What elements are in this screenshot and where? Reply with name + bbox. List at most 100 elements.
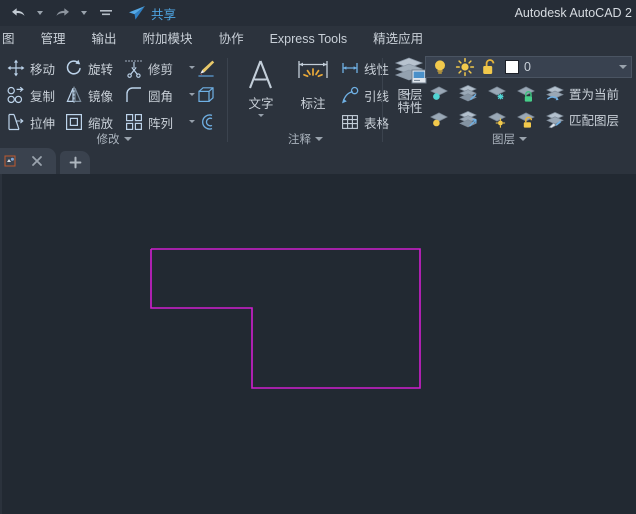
modify-array-label: 阵列 — [148, 116, 174, 131]
modify-fillet-label: 圆角 — [148, 89, 174, 104]
panel-layers-expand-icon[interactable] — [519, 137, 527, 141]
undo-arrow-icon — [11, 7, 25, 16]
document-tab-active[interactable] — [0, 148, 56, 174]
layer-set-current-button[interactable]: 置为当前 — [545, 81, 619, 105]
layer-unisolate-icon — [430, 112, 448, 127]
ribbon-tab-featured-apps[interactable]: 精选应用 — [360, 26, 436, 52]
modify-rotate-button[interactable]: 旋转 — [64, 56, 113, 80]
modify-move-button[interactable]: 移动 — [6, 56, 55, 80]
layer-lock-icon — [517, 86, 535, 102]
panel-layers-title-row: 图层 — [383, 131, 636, 147]
layer-thaw-all-button[interactable] — [458, 107, 478, 131]
scale-icon — [65, 113, 83, 131]
panel-modify-title: 修改 — [96, 134, 120, 146]
modify-trim-dropdown[interactable] — [189, 66, 195, 69]
layer-freeze-button[interactable] — [458, 81, 478, 105]
document-tab-bar — [0, 148, 636, 174]
modify-erase-button[interactable] — [196, 56, 216, 80]
ribbon-tab-collaborate[interactable]: 协作 — [206, 26, 257, 52]
layer-turn-on-button[interactable] — [487, 107, 507, 131]
move-icon — [7, 59, 25, 77]
panel-annotation-expand-icon[interactable] — [315, 137, 323, 141]
ribbon-tab-output[interactable]: 输出 — [79, 26, 130, 52]
trim-icon — [125, 60, 142, 78]
redo-button[interactable] — [52, 3, 72, 23]
new-document-tab-button[interactable] — [60, 151, 90, 174]
lightbulb-icon[interactable] — [430, 57, 450, 77]
modify-array-dropdown[interactable] — [189, 120, 195, 123]
modify-copy-button[interactable]: 复制 — [6, 83, 55, 107]
ribbon-tab-view[interactable]: 图 — [0, 26, 28, 52]
close-icon[interactable] — [30, 154, 44, 168]
annotation-text-label: 文字 — [248, 97, 274, 111]
modify-fillet-button[interactable]: 圆角 — [124, 83, 195, 107]
qat-customize-button[interactable] — [96, 3, 116, 23]
ribbon: 移动 旋转 修剪 复制 镜像 圆角 拉伸 缩放 阵列 修改 文字 标注 线性 引… — [0, 52, 636, 148]
modify-mirror-label: 镜像 — [88, 89, 114, 104]
share-label: 共享 — [151, 7, 177, 22]
panel-modify-title-row: 修改 — [0, 131, 228, 147]
modify-scale-label: 缩放 — [88, 116, 114, 131]
window-title: Autodesk AutoCAD 2 — [514, 6, 632, 20]
unlock-icon[interactable] — [480, 57, 500, 77]
layer-control-combobox[interactable]: 0 — [425, 56, 632, 78]
modify-copy-label: 复制 — [30, 89, 56, 104]
panel-annotation-title: 注释 — [288, 134, 311, 146]
fillet-icon — [126, 87, 141, 102]
undo-button[interactable] — [8, 3, 28, 23]
drawing-icon — [4, 155, 16, 167]
layer-properties-icon — [394, 57, 427, 84]
layer-off-button[interactable] — [487, 81, 507, 105]
layer-set-current-icon — [546, 86, 564, 101]
chevron-down-icon[interactable] — [619, 65, 627, 69]
panel-annotation-title-row: 注释 — [228, 131, 383, 147]
panel-layers-title: 图层 — [492, 134, 515, 146]
erase-brush-icon — [198, 60, 215, 77]
table-icon — [342, 115, 358, 129]
share-button[interactable]: 共享 — [128, 4, 176, 23]
annotation-text-button[interactable]: 文字 — [236, 58, 286, 117]
layer-match-button[interactable]: 匹配图层 — [545, 107, 619, 131]
drawing-area-svg — [150, 248, 421, 389]
drawing-canvas[interactable] — [0, 174, 636, 514]
annotation-text-dropdown[interactable] — [258, 114, 264, 117]
ribbon-tab-express-tools[interactable]: Express Tools — [257, 26, 361, 52]
sun-icon[interactable] — [455, 57, 475, 77]
offset-icon — [202, 114, 213, 130]
mirror-icon — [66, 86, 82, 104]
undo-dropdown-button[interactable] — [30, 3, 50, 23]
layer-unlock-button[interactable] — [516, 107, 536, 131]
panel-modify: 移动 旋转 修剪 复制 镜像 圆角 拉伸 缩放 阵列 修改 — [0, 52, 228, 148]
modify-mirror-button[interactable]: 镜像 — [64, 83, 113, 107]
layer-isolate-button[interactable] — [429, 81, 449, 105]
modify-3d-button[interactable] — [196, 83, 216, 107]
chevron-down-icon — [37, 11, 43, 15]
redo-arrow-icon — [55, 7, 69, 16]
chevron-down-icon — [81, 11, 87, 15]
rotate-icon — [66, 59, 81, 75]
stretch-icon — [8, 113, 24, 131]
panel-annotation: 文字 标注 线性 引线 表格 注释 — [228, 52, 411, 148]
dimension-icon — [298, 61, 328, 78]
layer-color-swatch[interactable] — [505, 60, 519, 74]
layer-lock-button[interactable] — [516, 81, 536, 105]
layer-match-label: 匹配图层 — [569, 113, 620, 128]
annotation-dimension-button[interactable]: 标注 — [288, 58, 338, 112]
title-bar: 共享 Autodesk AutoCAD 2 — [0, 0, 636, 26]
menu-bars-icon — [100, 10, 112, 16]
modify-trim-button[interactable]: 修剪 — [124, 56, 195, 80]
3d-box-icon — [198, 87, 214, 103]
l-shaped-polyline[interactable] — [150, 248, 421, 389]
layer-isolate-icon — [430, 86, 448, 100]
share-paperplane-icon — [129, 6, 145, 20]
redo-dropdown-button[interactable] — [74, 3, 94, 23]
plus-icon — [69, 156, 81, 169]
annotation-dimension-label: 标注 — [300, 97, 326, 111]
modify-rotate-label: 旋转 — [88, 62, 114, 77]
ribbon-tab-manage[interactable]: 管理 — [28, 26, 79, 52]
modify-fillet-dropdown[interactable] — [189, 93, 195, 96]
panel-modify-expand-icon[interactable] — [123, 137, 132, 141]
ribbon-tab-addins[interactable]: 附加模块 — [130, 26, 206, 52]
layer-name: 0 — [524, 60, 531, 74]
layer-unisolate-button[interactable] — [429, 107, 449, 131]
